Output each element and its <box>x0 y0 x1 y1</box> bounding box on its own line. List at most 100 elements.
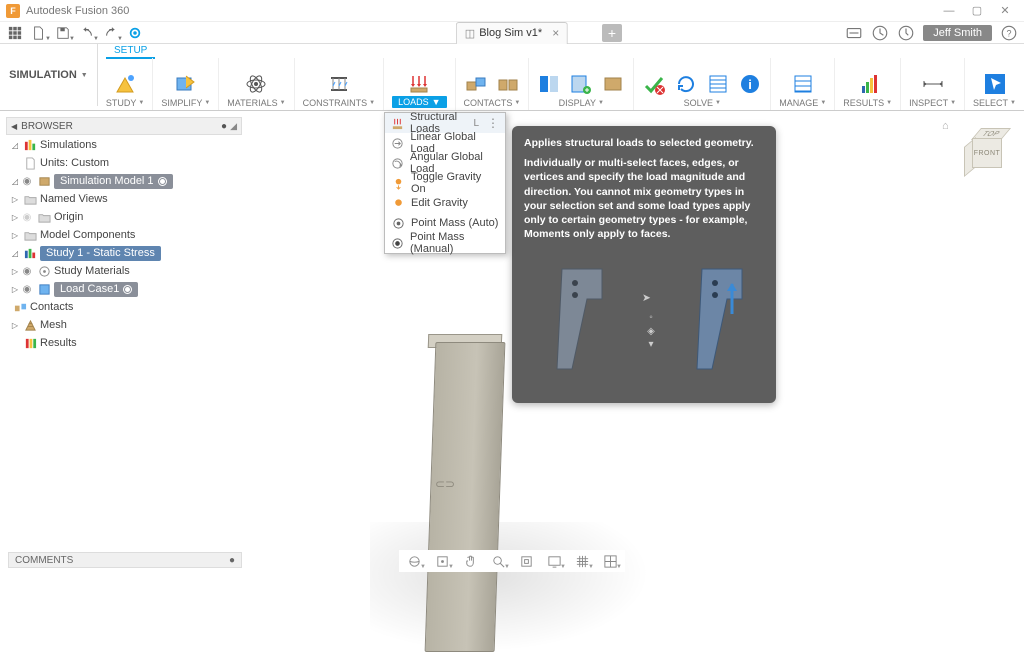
contacts-manual-icon[interactable] <box>496 72 520 96</box>
group-label-simplify[interactable]: SIMPLIFY▼ <box>161 98 210 108</box>
tree-results[interactable]: Results <box>6 334 242 352</box>
group-label-contacts[interactable]: CONTACTS▼ <box>464 98 521 108</box>
tree-study[interactable]: ◿ Study 1 - Static Stress <box>6 244 242 262</box>
constraints-icon[interactable] <box>327 72 351 96</box>
window-minimize-button[interactable]: — <box>936 2 962 20</box>
window-maximize-button[interactable]: ▢ <box>964 2 990 20</box>
tree-root[interactable]: ◿ Simulations <box>6 136 242 154</box>
viewcube-home-icon[interactable]: ⌂ <box>942 120 954 132</box>
group-label-results[interactable]: RESULTS▼ <box>843 98 892 108</box>
data-panel-button[interactable] <box>4 24 26 42</box>
look-at-icon[interactable]: ▼ <box>431 552 453 570</box>
group-simplify: SIMPLIFY▼ <box>153 58 219 110</box>
grid-settings-icon[interactable]: ▼ <box>571 552 593 570</box>
comments-expand-icon[interactable]: ● <box>229 555 235 566</box>
fit-icon[interactable] <box>515 552 537 570</box>
visibility-off-icon[interactable]: ◉ <box>20 212 34 223</box>
solve-refresh-icon[interactable] <box>674 72 698 96</box>
zoom-icon[interactable]: ▼ <box>487 552 509 570</box>
save-button[interactable]: ▼ <box>52 24 74 42</box>
tree-named-views[interactable]: ▷ Named Views <box>6 190 242 208</box>
menu-toggle-gravity[interactable]: Toggle Gravity On <box>385 173 505 193</box>
tree-root-label: Simulations <box>40 139 97 151</box>
tree-contacts[interactable]: Contacts <box>6 298 242 316</box>
tree-model[interactable]: ◿ ◉ Simulation Model 1 <box>6 172 242 190</box>
tree-units[interactable]: Units: Custom <box>6 154 242 172</box>
precheck-icon[interactable] <box>642 72 666 96</box>
help-icon[interactable]: ? <box>1000 24 1018 42</box>
group-label-study[interactable]: STUDY▼ <box>106 98 144 108</box>
viewcube-front-face[interactable]: FRONT <box>972 138 1002 168</box>
materials-icon[interactable] <box>244 72 268 96</box>
group-label-solve[interactable]: SOLVE▼ <box>684 98 721 108</box>
preview-bracket-before <box>542 259 622 379</box>
visibility-icon[interactable]: ◉ <box>20 284 34 295</box>
tree-load-case[interactable]: ▷ ◉ Load Case1 <box>6 280 242 298</box>
display-settings-icon[interactable]: ▼ <box>543 552 565 570</box>
active-radio-icon[interactable] <box>158 177 167 186</box>
simplify-icon[interactable] <box>174 72 198 96</box>
contacts-auto-icon[interactable] <box>464 72 488 96</box>
manage-icon[interactable] <box>791 72 815 96</box>
visibility-icon[interactable]: ◉ <box>20 176 34 187</box>
tree-model-components[interactable]: ▷ Model Components <box>6 226 242 244</box>
autosave-status-icon[interactable] <box>124 24 146 42</box>
menu-options-icon[interactable]: ⋮ <box>487 116 499 130</box>
group-label-display[interactable]: DISPLAY▼ <box>559 98 604 108</box>
simulations-icon <box>22 138 38 152</box>
quick-access-toolbar: ▼ ▼ ▼ ▼ ◫ Blog Sim v1* × + Jeff Smith ? <box>0 22 1024 44</box>
collapse-icon[interactable]: ◀ <box>11 122 17 131</box>
viewcube[interactable]: TOP FRONT <box>958 124 1008 174</box>
group-label-select[interactable]: SELECT▼ <box>973 98 1016 108</box>
browser-pin-icon[interactable]: ◢ <box>230 121 237 132</box>
solve-info-icon[interactable]: i <box>738 72 762 96</box>
tree-study-materials[interactable]: ▷ ◉ Study Materials <box>6 262 242 280</box>
tree-origin[interactable]: ▷ ◉ Origin <box>6 208 242 226</box>
display-toggle-2-icon[interactable] <box>569 72 593 96</box>
menu-angular-global-load[interactable]: Angular Global Load <box>385 153 505 173</box>
window-close-button[interactable]: ✕ <box>992 2 1018 20</box>
workspace-selector[interactable]: SIMULATION ▼ <box>0 44 98 106</box>
results-icon[interactable] <box>856 72 880 96</box>
group-label-manage[interactable]: MANAGE▼ <box>779 98 826 108</box>
undo-button[interactable]: ▼ <box>76 24 98 42</box>
select-icon[interactable] <box>983 72 1007 96</box>
display-toggle-1-icon[interactable] <box>537 72 561 96</box>
group-label-constraints[interactable]: CONSTRAINTS▼ <box>303 98 375 108</box>
model-part[interactable] <box>425 342 506 652</box>
notifications-icon[interactable] <box>897 24 915 42</box>
comments-bar[interactable]: COMMENTS ● <box>8 552 242 568</box>
file-menu-button[interactable]: ▼ <box>28 24 50 42</box>
group-label-materials[interactable]: MATERIALS▼ <box>227 98 285 108</box>
group-label-inspect[interactable]: INSPECT▼ <box>909 98 956 108</box>
document-tab-close-icon[interactable]: × <box>552 26 559 40</box>
extensions-icon[interactable] <box>845 24 863 42</box>
user-chip[interactable]: Jeff Smith <box>923 25 992 41</box>
group-label-loads[interactable]: LOADS▼ <box>392 96 446 108</box>
materials-node-icon <box>36 264 52 278</box>
browser-header[interactable]: ◀ BROWSER ● ◢ <box>6 117 242 135</box>
menu-linear-global-load[interactable]: Linear Global Load <box>385 133 505 153</box>
tree-mesh[interactable]: ▷ Mesh <box>6 316 242 334</box>
pan-icon[interactable] <box>459 552 481 570</box>
new-study-icon[interactable] <box>113 72 137 96</box>
browser-settings-icon[interactable]: ● <box>221 121 227 132</box>
menu-point-mass-auto[interactable]: Point Mass (Auto) <box>385 213 505 233</box>
loads-icon[interactable] <box>407 72 431 96</box>
orbit-icon[interactable]: ▼ <box>403 552 425 570</box>
active-radio-icon[interactable] <box>123 285 132 294</box>
visibility-icon[interactable]: ◉ <box>20 266 34 277</box>
new-document-tab-button[interactable]: + <box>602 24 622 42</box>
menu-point-mass-manual[interactable]: Point Mass (Manual) <box>385 233 505 253</box>
document-tab[interactable]: ◫ Blog Sim v1* × <box>456 22 568 44</box>
tooltip-panel: Applies structural loads to selected geo… <box>512 126 776 403</box>
solve-settings-icon[interactable] <box>706 72 730 96</box>
display-toggle-3-icon[interactable] <box>601 72 625 96</box>
inspect-icon[interactable] <box>921 72 945 96</box>
menu-structural-loads[interactable]: Structural Loads L ⋮ <box>385 113 505 133</box>
group-inspect: INSPECT▼ <box>901 58 965 110</box>
redo-button[interactable]: ▼ <box>100 24 122 42</box>
menu-edit-gravity[interactable]: Edit Gravity <box>385 193 505 213</box>
job-status-icon[interactable] <box>871 24 889 42</box>
viewport-layout-icon[interactable]: ▼ <box>599 552 621 570</box>
